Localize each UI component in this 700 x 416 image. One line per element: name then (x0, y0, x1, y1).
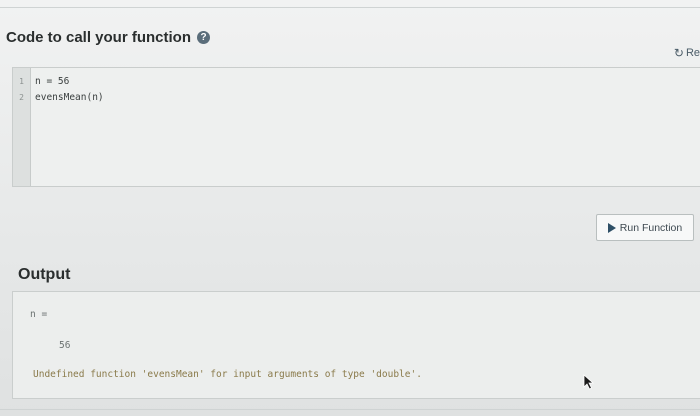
line-number: 2 (19, 93, 24, 102)
output-error-message: Undefined function 'evensMean' for input… (33, 369, 422, 380)
output-line: n = (30, 309, 48, 320)
header-divider (0, 7, 700, 8)
output-line: 56 (59, 340, 71, 351)
code-section-header: Code to call your function ? (6, 29, 211, 46)
code-line[interactable]: evensMean(n) (35, 90, 700, 106)
page: Code to call your function ? ↻ Re 1 2 n … (0, 0, 700, 416)
run-function-label: Run Function (619, 221, 683, 234)
line-number: 1 (19, 77, 24, 86)
mouse-pointer-icon (583, 374, 595, 390)
run-function-button[interactable]: Run Function (596, 214, 694, 241)
reset-button[interactable]: ↻ Re (674, 46, 700, 60)
footer-divider (0, 409, 700, 410)
code-editor[interactable]: 1 2 n = 56 evensMean(n) (12, 67, 700, 187)
section-title: Code to call your function (6, 29, 192, 46)
code-line[interactable]: n = 56 (35, 74, 700, 90)
help-icon[interactable]: ? (197, 31, 211, 44)
line-number-gutter: 1 2 (13, 68, 31, 186)
output-panel: n = 56 Undefined function 'evensMean' fo… (12, 291, 700, 399)
code-area[interactable]: n = 56 evensMean(n) (31, 68, 700, 186)
reset-label: Re (685, 47, 700, 59)
play-icon (607, 222, 616, 233)
output-title: Output (18, 266, 71, 283)
reset-icon: ↻ (673, 46, 684, 60)
